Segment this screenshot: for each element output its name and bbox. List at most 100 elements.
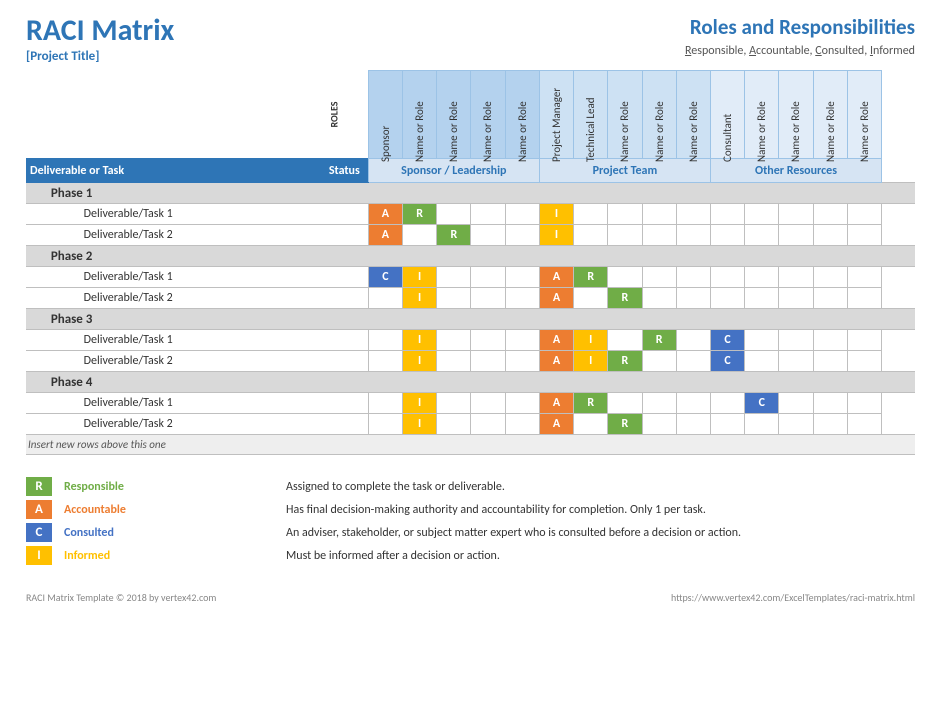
raci-cell	[471, 267, 505, 288]
raci-cell: A	[539, 393, 573, 414]
raci-cell	[505, 330, 539, 351]
role-header: Name or Role	[779, 71, 813, 159]
section-title: Roles and Responsibilities	[685, 14, 915, 40]
legend-row: CConsultedAn adviser, stakeholder, or su…	[26, 523, 915, 542]
raci-cell	[608, 393, 642, 414]
raci-cell: I	[574, 330, 608, 351]
raci-cell	[745, 351, 779, 372]
raci-cell	[847, 267, 881, 288]
raci-cell	[847, 393, 881, 414]
page-title: RACI Matrix	[26, 14, 174, 47]
footer-credit: RACI Matrix Template © 2018 by vertex42.…	[26, 591, 216, 604]
raci-cell	[779, 393, 813, 414]
raci-cell: I	[539, 204, 573, 225]
raci-cell	[471, 414, 505, 435]
legend: RResponsibleAssigned to complete the tas…	[26, 477, 915, 565]
raci-cell	[642, 267, 676, 288]
task-name: Deliverable/Task 2	[72, 414, 300, 435]
raci-cell	[574, 204, 608, 225]
footer-link: https://www.vertex42.com/ExcelTemplates/…	[671, 591, 915, 604]
raci-cell: R	[574, 393, 608, 414]
raci-cell	[779, 351, 813, 372]
phase-label: Phase 1	[49, 183, 882, 204]
project-title: [Project Title]	[26, 49, 174, 64]
raci-cell	[471, 288, 505, 309]
legend-desc: An adviser, stakeholder, or subject matt…	[286, 526, 915, 540]
task-row: Deliverable/Task 1IAIRC	[26, 330, 915, 351]
phase-row: Phase 4	[26, 372, 915, 393]
column-band-row: Deliverable or TaskStatusSponsor / Leade…	[26, 159, 915, 183]
raci-cell	[779, 225, 813, 246]
raci-cell	[676, 414, 710, 435]
legend-label: Accountable	[64, 503, 154, 517]
raci-cell	[505, 414, 539, 435]
raci-cell	[676, 267, 710, 288]
phase-label: Phase 2	[49, 246, 882, 267]
raci-cell	[779, 204, 813, 225]
phase-row: Phase 3	[26, 309, 915, 330]
raci-cell	[471, 351, 505, 372]
raci-cell	[676, 288, 710, 309]
raci-cell	[642, 225, 676, 246]
raci-cell	[813, 351, 847, 372]
raci-cell: A	[539, 288, 573, 309]
raci-cell	[813, 204, 847, 225]
raci-cell	[505, 288, 539, 309]
raci-cell	[642, 351, 676, 372]
role-header: Name or Role	[745, 71, 779, 159]
task-name: Deliverable/Task 1	[72, 204, 300, 225]
task-name: Deliverable/Task 2	[72, 351, 300, 372]
legend-chip: A	[26, 500, 52, 519]
raci-cell	[676, 393, 710, 414]
role-header-row: ROLESSponsorName or RoleName or RoleName…	[26, 71, 915, 159]
raci-cell	[642, 393, 676, 414]
legend-chip: I	[26, 546, 52, 565]
raci-cell	[437, 414, 471, 435]
legend-label: Consulted	[64, 526, 154, 540]
raci-cell	[745, 267, 779, 288]
raci-cell	[471, 330, 505, 351]
role-header: Name or Role	[676, 71, 710, 159]
raci-cell	[437, 351, 471, 372]
raci-cell: R	[437, 225, 471, 246]
raci-cell	[813, 330, 847, 351]
raci-cell	[471, 393, 505, 414]
raci-cell: R	[608, 288, 642, 309]
raci-cell	[745, 330, 779, 351]
task-status	[300, 330, 368, 351]
role-header: Name or Role	[505, 71, 539, 159]
task-status	[300, 225, 368, 246]
raci-cell	[505, 225, 539, 246]
task-row: Deliverable/Task 1CIAR	[26, 267, 915, 288]
raci-cell	[676, 351, 710, 372]
header: RACI Matrix [Project Title] Roles and Re…	[26, 14, 915, 64]
role-header: Project Manager	[539, 71, 573, 159]
role-header: Name or Role	[608, 71, 642, 159]
task-row: Deliverable/Task 2ARI	[26, 225, 915, 246]
raci-acronym: Responsible, Accountable, Consulted, Inf…	[685, 44, 915, 58]
raci-cell	[676, 225, 710, 246]
task-name: Deliverable/Task 1	[72, 393, 300, 414]
raci-cell	[608, 330, 642, 351]
raci-cell	[505, 204, 539, 225]
raci-cell: C	[745, 393, 779, 414]
raci-cell: C	[710, 351, 744, 372]
raci-cell	[710, 393, 744, 414]
raci-cell: I	[403, 414, 437, 435]
task-name: Deliverable/Task 1	[72, 267, 300, 288]
role-group-header: Sponsor / Leadership	[368, 159, 539, 183]
role-group-header: Project Team	[539, 159, 710, 183]
task-status	[300, 267, 368, 288]
task-name: Deliverable/Task 2	[72, 225, 300, 246]
raci-cell	[437, 267, 471, 288]
raci-cell	[368, 288, 402, 309]
raci-cell	[437, 204, 471, 225]
raci-cell	[813, 393, 847, 414]
task-row: Deliverable/Task 2IAIRC	[26, 351, 915, 372]
raci-cell: A	[539, 351, 573, 372]
phase-label: Phase 4	[49, 372, 882, 393]
role-header: Name or Role	[403, 71, 437, 159]
raci-cell: A	[368, 225, 402, 246]
legend-label: Responsible	[64, 480, 154, 494]
legend-desc: Has final decision-making authority and …	[286, 503, 915, 517]
